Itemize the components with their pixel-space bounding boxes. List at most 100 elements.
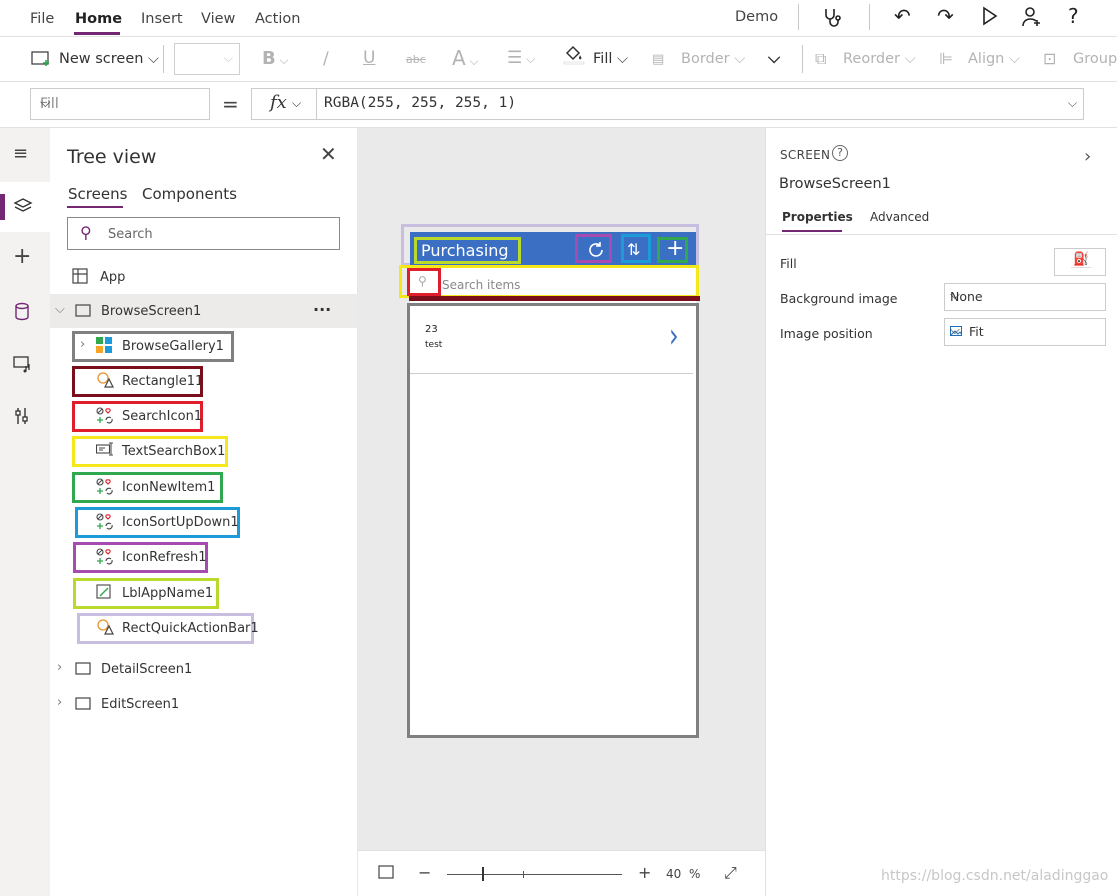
align-text-button[interactable]: ☰ ⌵	[507, 48, 535, 68]
tree-node-lblappname1[interactable]: LblAppName1	[80, 580, 216, 608]
more-options-icon[interactable]: ···	[313, 300, 331, 319]
label-icon	[96, 584, 112, 604]
more-tools-chevron-icon[interactable]: ⌵	[768, 48, 780, 68]
tree-node-browsegallery1[interactable]: › BrowseGallery1	[80, 333, 232, 361]
menu-view[interactable]: View	[201, 11, 235, 27]
app-divider-rectangle[interactable]	[409, 296, 700, 301]
menu-insert[interactable]: Insert	[141, 11, 183, 27]
screen-icon	[75, 697, 91, 714]
font-size-button[interactable]: A ⌵	[452, 46, 479, 70]
fx-button[interactable]: fx ⌵	[251, 88, 317, 120]
chevron-down-icon: ⌵	[1067, 96, 1077, 110]
play-icon[interactable]	[981, 6, 999, 29]
zoom-in-button[interactable]: +	[638, 863, 651, 882]
help-circle-icon[interactable]: ?	[832, 145, 848, 161]
help-icon[interactable]: ?	[1068, 6, 1079, 26]
underline-button[interactable]: U	[363, 48, 375, 68]
align-icon: ⊫	[939, 49, 953, 68]
zoom-slider-thumb[interactable]	[482, 867, 484, 881]
tree-node-iconrefresh1[interactable]: IconRefresh1	[80, 544, 207, 572]
text-input-icon	[95, 442, 114, 460]
menu-bar: File Home Insert View Action Demo ↶ ↷ ?	[0, 0, 1117, 37]
tree-node-editscreen[interactable]: › EditScreen1	[55, 691, 355, 719]
chevron-right-icon[interactable]: ›	[1084, 146, 1091, 167]
new-screen-button[interactable]: New screen ⌵	[59, 51, 159, 67]
image-position-dropdown[interactable]: Fit ⌵	[944, 318, 1106, 346]
stethoscope-icon[interactable]	[822, 7, 844, 32]
reorder-button[interactable]: Reorder ⌵	[843, 51, 916, 67]
chevron-down-icon: ⌵	[292, 96, 302, 110]
control-type-caption: SCREEN	[780, 148, 831, 162]
divider	[766, 234, 1117, 235]
rail-advanced-tools-button[interactable]	[0, 392, 50, 442]
fill-button[interactable]: Fill ⌵	[593, 51, 628, 67]
rail-data-button[interactable]	[0, 288, 50, 338]
tree-node-iconnewitem1[interactable]: IconNewItem1	[80, 474, 221, 502]
fullscreen-icon[interactable]: ⤢	[724, 863, 737, 883]
zoom-slider-track[interactable]	[447, 874, 622, 875]
tab-screens[interactable]: Screens	[68, 185, 127, 203]
tree-node-label: SearchIcon1	[122, 409, 203, 424]
separator	[869, 4, 870, 30]
redo-icon[interactable]: ↷	[937, 6, 954, 26]
group-button[interactable]: Group	[1073, 51, 1117, 67]
formula-input[interactable]: RGBA(255, 255, 255, 1) ⌵	[316, 88, 1084, 120]
rail-insert-button[interactable]: +	[0, 236, 50, 286]
strikethrough-button[interactable]: abc	[406, 53, 426, 66]
tree-node-browsescreen-row[interactable]: ⌵ BrowseScreen1 ···	[55, 298, 355, 326]
chevron-down-icon: ⌵	[950, 288, 960, 303]
tools-icon	[13, 406, 33, 431]
share-user-icon[interactable]	[1021, 6, 1043, 31]
rail-tree-view-button[interactable]	[0, 182, 50, 232]
tree-node-textsearchbox1[interactable]: TextSearchBox1	[80, 438, 226, 466]
close-icon[interactable]: ✕	[320, 142, 337, 166]
rail-media-button[interactable]	[0, 340, 50, 390]
tree-search-input[interactable]: ⚲ Search	[67, 217, 340, 250]
new-screen-label: New screen	[59, 51, 144, 67]
border-button[interactable]: Border ⌵	[681, 51, 745, 67]
hamburger-icon: ≡	[13, 143, 29, 164]
selected-control-name[interactable]: BrowseScreen1	[779, 176, 891, 192]
tab-properties[interactable]: Properties	[782, 210, 853, 224]
tree-node-label: EditScreen1	[101, 697, 180, 712]
fill-label: Fill	[593, 51, 613, 67]
tab-components[interactable]: Components	[142, 185, 237, 203]
undo-icon[interactable]: ↶	[894, 6, 911, 26]
tree-node-searchicon1[interactable]: SearchIcon1	[80, 403, 203, 431]
tree-view-title: Tree view	[67, 146, 157, 168]
property-dropdown[interactable]: Fill ⌵	[30, 88, 210, 120]
fill-color-picker[interactable]: ⛽	[1054, 248, 1106, 276]
menu-action[interactable]: Action	[255, 11, 300, 27]
active-tab-indicator	[67, 206, 123, 208]
bold-button[interactable]: B ⌵	[262, 48, 289, 69]
italic-button[interactable]: /	[323, 49, 329, 69]
tree-node-iconsortupdown1[interactable]: IconSortUpDown1	[80, 509, 239, 537]
highlight-textsearchbox	[399, 265, 699, 298]
tree-node-rectquickactionbar1[interactable]: RectQuickActionBar1	[80, 615, 259, 643]
background-image-dropdown[interactable]: None ⌵	[944, 283, 1106, 311]
menu-home[interactable]: Home	[75, 11, 122, 27]
tree-node-detailscreen[interactable]: › DetailScreen1	[55, 656, 355, 684]
chevron-right-icon[interactable]: ›	[80, 337, 85, 352]
chevron-right-icon[interactable]: ›	[57, 660, 62, 675]
zoom-out-button[interactable]: −	[418, 863, 431, 882]
tree-node-app[interactable]: App	[72, 264, 352, 292]
menu-file[interactable]: File	[30, 11, 54, 27]
rail-menu-button[interactable]: ≡	[0, 130, 50, 180]
reorder-icon: ⧉	[815, 49, 827, 68]
zoom-slider-midmark	[523, 871, 524, 878]
fit-screen-icon[interactable]	[378, 864, 394, 883]
chevron-down-icon[interactable]: ⌵	[55, 302, 65, 317]
font-dropdown[interactable]: ⌵	[174, 43, 240, 75]
tree-node-label: BrowseScreen1	[101, 304, 202, 319]
tab-advanced[interactable]: Advanced	[870, 210, 929, 224]
tree-node-rectangle11[interactable]: Rectangle11	[80, 368, 203, 396]
align-button[interactable]: Align ⌵	[968, 51, 1020, 67]
chevron-right-icon[interactable]: ›	[57, 695, 62, 710]
background-image-label: Background image	[780, 291, 898, 306]
icon-control-icon	[96, 478, 114, 500]
shape-icon	[96, 619, 114, 639]
fill-color-swatch	[1071, 267, 1091, 269]
highlight-iconsortupdown	[621, 234, 651, 263]
database-icon	[13, 302, 31, 327]
